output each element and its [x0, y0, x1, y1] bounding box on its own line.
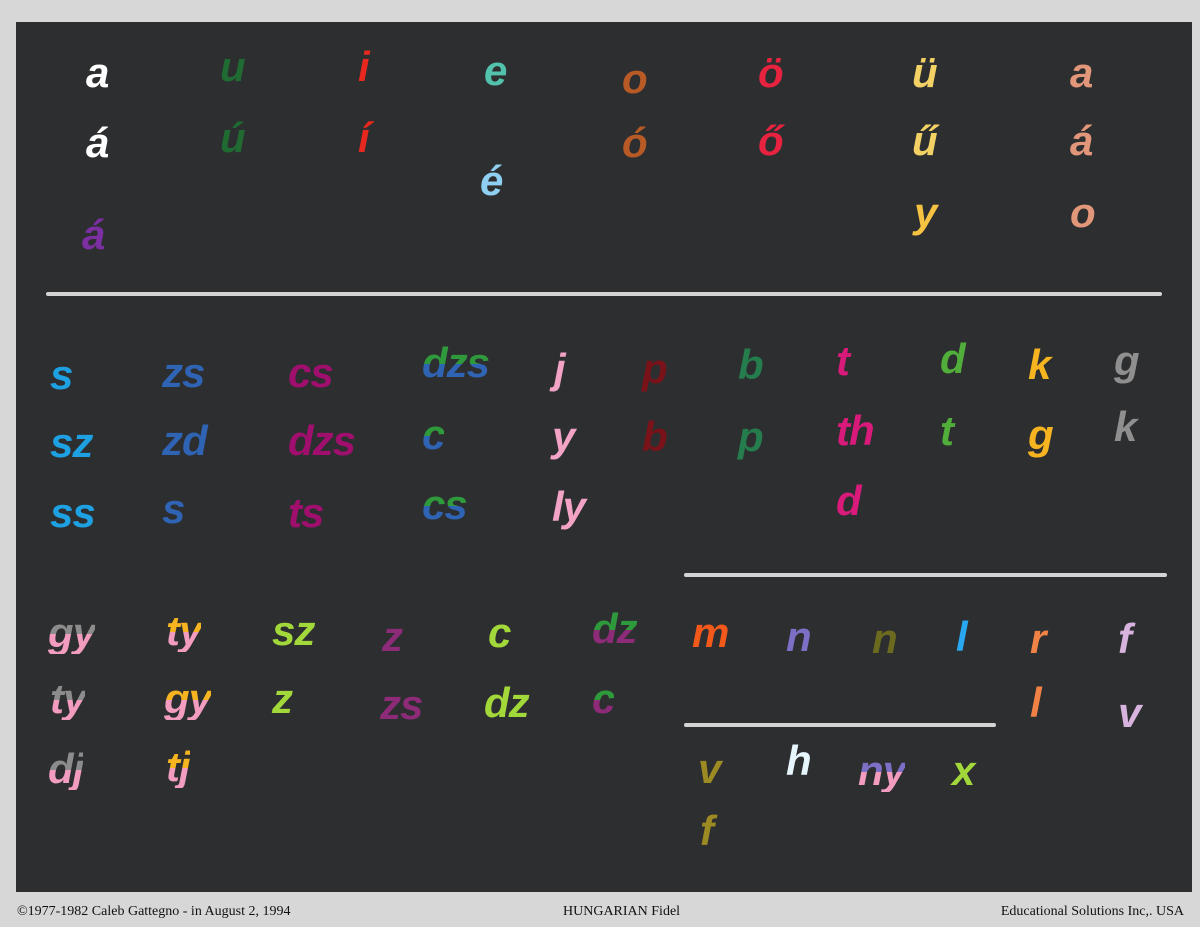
consonant-glyph: ss [50, 489, 96, 536]
vowel-consonant-divider [46, 292, 1162, 296]
consonant-glyph: d [836, 477, 862, 524]
consonant-glyph: m [692, 609, 729, 656]
vowel-glyph: ő [758, 117, 784, 164]
vowel-glyph: ü [912, 49, 938, 96]
consonant-glyph: y [552, 413, 575, 460]
vowel-glyph: u [220, 43, 246, 90]
consonant-glyph: dz [484, 679, 530, 726]
consonant-glyph: ty [166, 607, 202, 654]
consonant-glyph: sz [272, 607, 315, 654]
vowel-glyph: ö [758, 49, 784, 96]
consonant-glyph: z [272, 675, 293, 722]
consonant-glyph: h [786, 737, 812, 784]
consonant-glyph: k [1114, 403, 1137, 450]
vowel-glyph: í [358, 114, 370, 161]
consonant-glyph: t [836, 337, 850, 384]
consonant-glyph: x [952, 747, 975, 794]
vowel-glyph: ú [220, 114, 246, 161]
consonant-glyph: l [1030, 679, 1042, 726]
consonant-glyph: ny [858, 747, 906, 794]
consonant-glyph: zs [162, 349, 205, 396]
consonant-glyph: dzs [288, 417, 356, 464]
consonant-glyph: v [698, 745, 721, 792]
footer: ©1977-1982 Caleb Gattegno - in August 2,… [0, 892, 1200, 927]
vowel-glyph: e [484, 47, 507, 94]
vowel-glyph: i [358, 43, 370, 90]
consonant-glyph: dzs [422, 339, 490, 386]
consonant-glyph: z [382, 613, 403, 660]
vowel-glyph: o [622, 55, 648, 102]
vowel-glyph: ó [622, 119, 648, 166]
consonant-glyph: p [642, 345, 668, 392]
consonant-glyph: zs [380, 681, 423, 728]
consonant-glyph: k [1028, 341, 1051, 388]
vowel-glyph: o [1070, 189, 1096, 236]
consonant-glyph: p [738, 413, 764, 460]
consonant-glyph: cs [288, 349, 334, 396]
consonant-glyph: ty [50, 675, 86, 722]
consonant-glyph: d [940, 335, 966, 382]
vowel-glyph: é [480, 157, 503, 204]
consonant-glyph: f [1118, 615, 1132, 662]
vowel-glyph: a [1070, 49, 1093, 96]
consonant-glyph: dj [48, 745, 84, 792]
consonant-glyph: n [786, 613, 812, 660]
consonant-glyph: ly [552, 483, 586, 530]
fidel-chart: a á á u ú i í e é o ó ö ő ü ű y a á o s … [16, 22, 1192, 892]
consonant-glyph: cs [422, 481, 468, 528]
vowel-glyph: ű [912, 117, 938, 164]
consonant-glyph: tj [166, 743, 191, 790]
consonant-glyph: th [836, 407, 875, 454]
vowel-glyph: á [82, 211, 105, 258]
consonant-glyph: j [554, 345, 566, 392]
chart-title: HUNGARIAN Fidel [563, 904, 681, 919]
section-divider [684, 573, 1167, 577]
consonant-glyph: g [1028, 411, 1054, 458]
consonant-glyph: zd [162, 417, 208, 464]
consonant-glyph: b [642, 413, 668, 460]
consonant-glyph: t [940, 407, 954, 454]
consonant-glyph: g [1114, 337, 1140, 384]
subsection-divider [684, 723, 996, 727]
consonant-glyph: dz [592, 605, 638, 652]
consonant-glyph: gy [164, 675, 212, 722]
consonant-glyph: sz [50, 419, 93, 466]
consonant-glyph: s [50, 351, 73, 398]
copyright-text: ©1977-1982 Caleb Gattegno - in August 2,… [17, 904, 291, 919]
vowel-glyph: á [86, 119, 109, 166]
consonant-glyph: b [738, 341, 764, 388]
vowel-glyph: y [914, 189, 937, 236]
consonant-glyph: f [700, 807, 714, 854]
publisher-text: Educational Solutions Inc,. USA [1000, 904, 1184, 919]
consonant-glyph: n [872, 615, 898, 662]
consonant-glyph: v [1118, 689, 1141, 736]
consonant-glyph: gy [48, 609, 96, 656]
vowel-glyph: á [1070, 117, 1093, 164]
consonant-glyph: l [956, 613, 968, 660]
consonant-glyph: ts [288, 489, 324, 536]
consonant-glyph: c [422, 411, 445, 458]
consonant-glyph: c [488, 609, 511, 656]
consonant-glyph: c [592, 675, 615, 722]
vowel-glyph: a [86, 49, 109, 96]
consonant-glyph: r [1030, 615, 1046, 662]
consonant-glyph: s [162, 485, 185, 532]
